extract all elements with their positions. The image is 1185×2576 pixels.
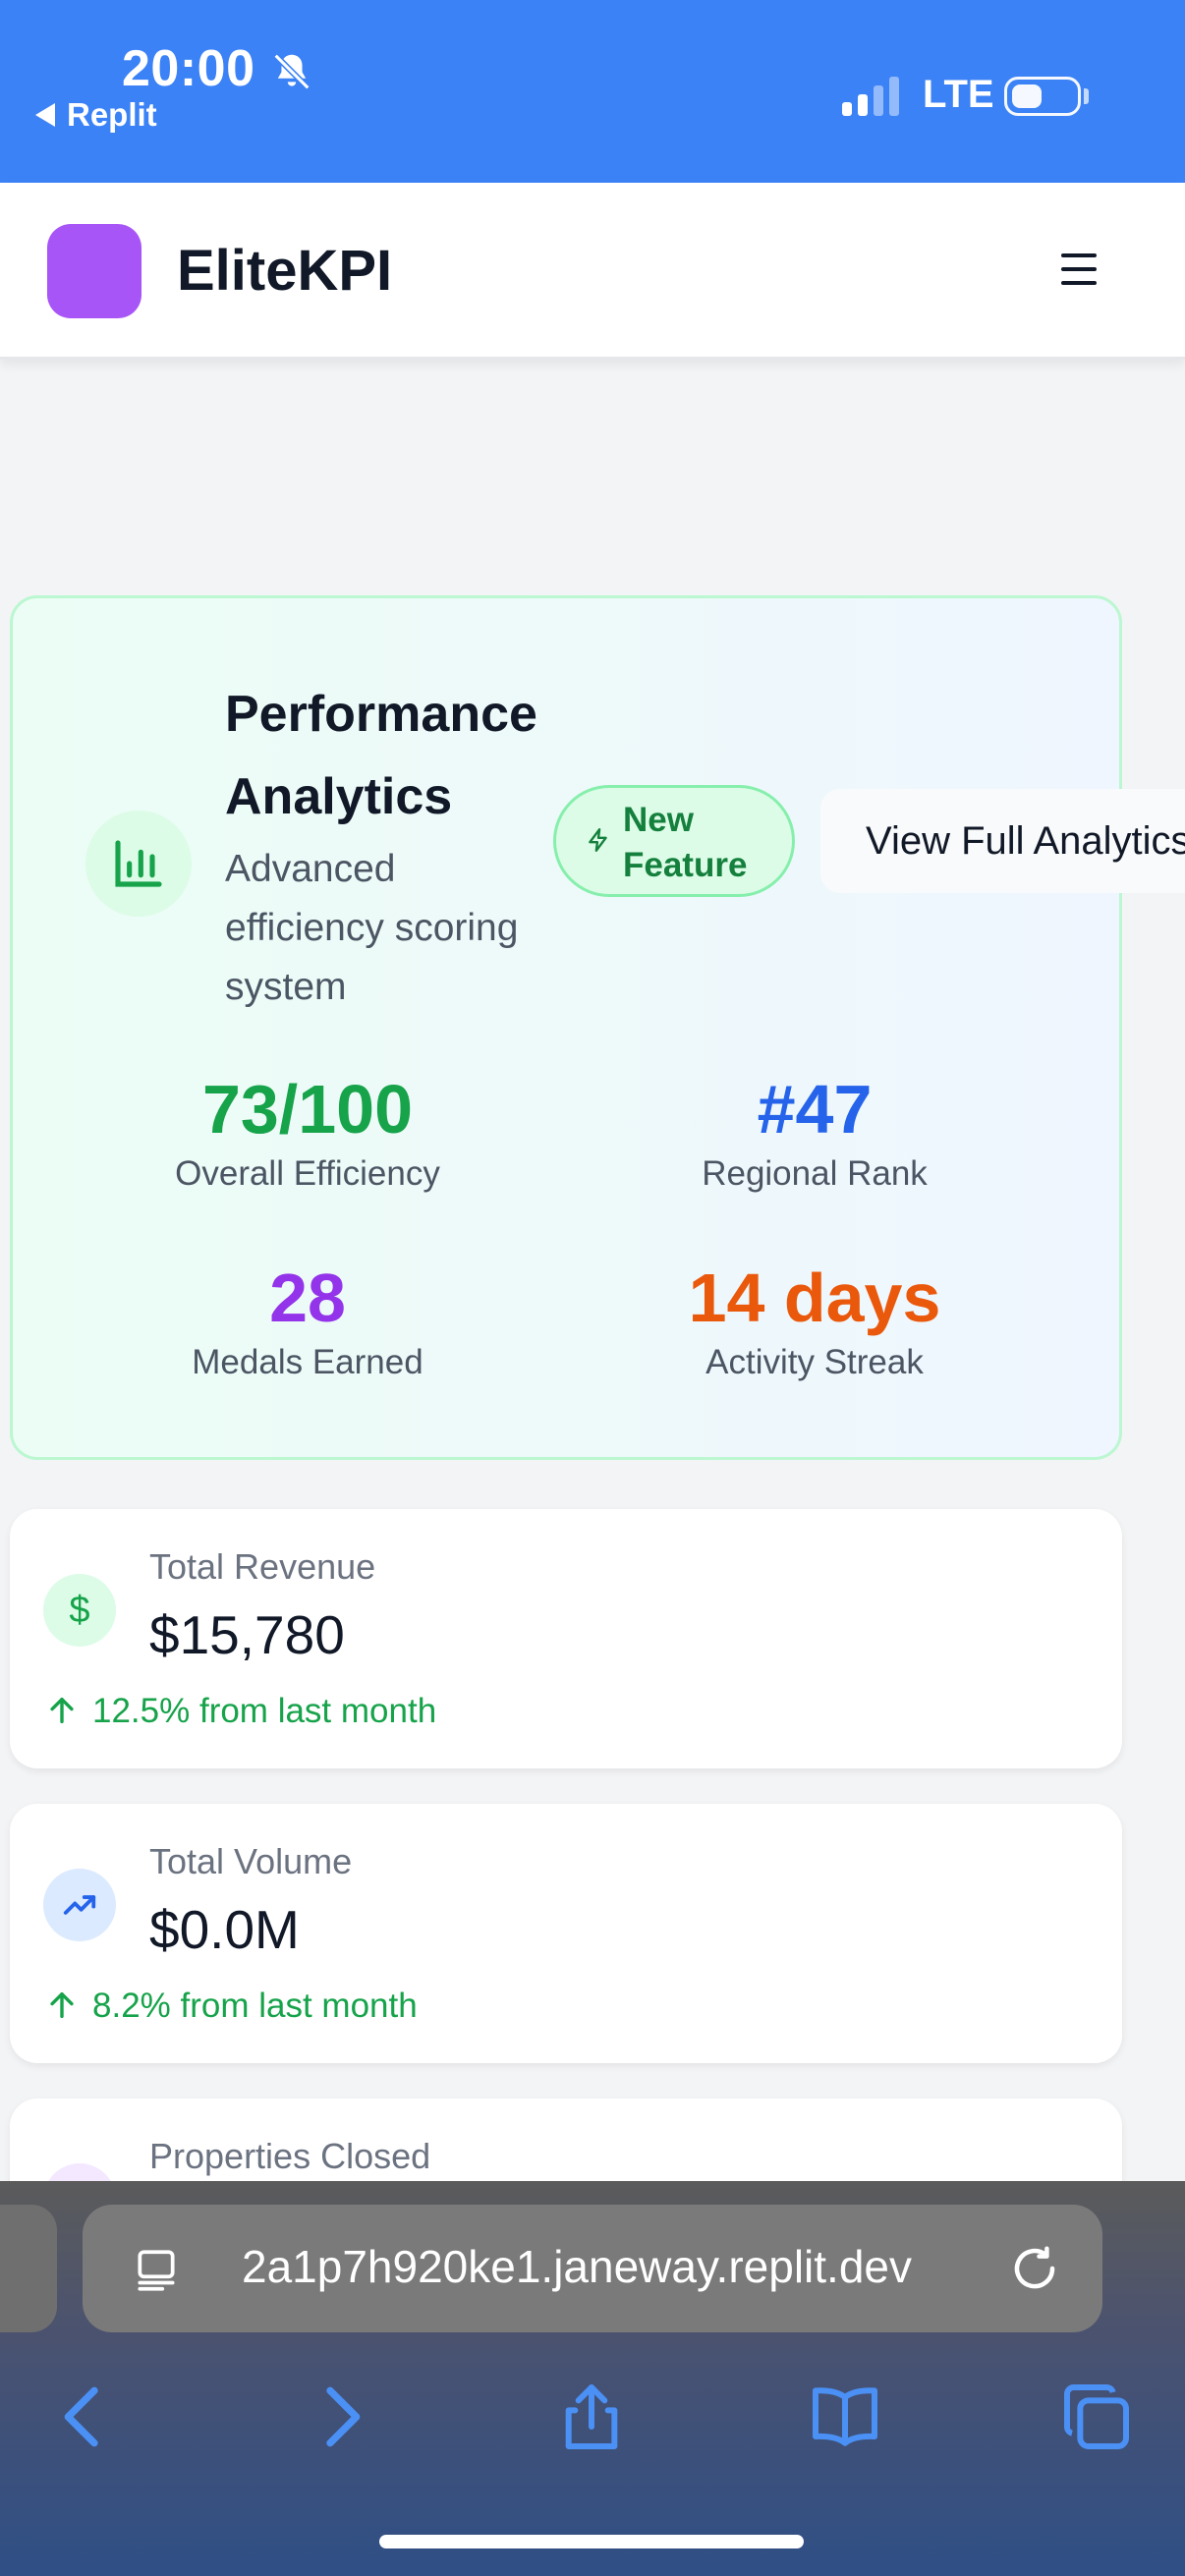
- metric-value: 28: [269, 1260, 346, 1336]
- stat-change: 12.5% from last month: [92, 1692, 437, 1730]
- dollar-icon: $: [43, 1574, 116, 1647]
- stat-value: $15,780: [149, 1604, 345, 1665]
- stat-label: Total Volume: [149, 1841, 353, 1881]
- status-time: 20:00: [122, 40, 255, 97]
- arrow-up-icon: [50, 1991, 74, 2019]
- performance-analytics-card: Performance Analytics Advanced efficienc…: [10, 595, 1185, 1460]
- battery-tip: [1084, 88, 1089, 104]
- view-full-analytics-button[interactable]: View Full Analytics: [820, 789, 1185, 893]
- metric-medals-earned: 28 Medals Earned: [91, 1259, 524, 1384]
- metric-label: Overall Efficiency: [175, 1154, 440, 1193]
- new-feature-line1: New: [623, 801, 694, 839]
- stat-change: 8.2% from last month: [92, 1987, 418, 2025]
- trending-up-icon: [43, 1869, 116, 1941]
- metric-label: Medals Earned: [192, 1343, 423, 1381]
- battery-icon: [1004, 77, 1081, 116]
- stat-value: $0.0M: [149, 1899, 300, 1960]
- hamburger-menu-icon[interactable]: [1057, 253, 1100, 289]
- back-to-app-link[interactable]: Replit: [35, 96, 157, 134]
- total-volume-card[interactable]: Total Volume $0.0M 8.2% from last month: [10, 1804, 1122, 2063]
- cellular-signal-icon: [842, 77, 899, 116]
- analytics-subtitle: Advanced efficiency scoring system: [225, 848, 519, 1008]
- network-type: LTE: [923, 73, 994, 116]
- battery-level: [1012, 84, 1042, 108]
- metric-regional-rank: #47 Regional Rank: [598, 1070, 1031, 1196]
- metric-label: Activity Streak: [705, 1343, 924, 1381]
- metric-overall-efficiency: 73/100 Overall Efficiency: [91, 1070, 524, 1196]
- metric-value: 73/100: [201, 1071, 414, 1148]
- back-icon[interactable]: [45, 2378, 124, 2456]
- brand-name: EliteKPI: [177, 239, 393, 303]
- share-icon[interactable]: [552, 2378, 631, 2456]
- bookmarks-icon[interactable]: [806, 2378, 884, 2456]
- back-app-label: Replit: [67, 96, 157, 133]
- home-indicator[interactable]: [379, 2535, 804, 2548]
- analytics-title: Performance Analytics: [225, 673, 559, 838]
- new-feature-line2: Feature: [623, 846, 748, 884]
- metric-activity-streak: 14 days Activity Streak: [598, 1259, 1031, 1384]
- reload-icon[interactable]: [1008, 2242, 1061, 2295]
- address-bar[interactable]: 2a1p7h920ke1.janeway.replit.dev: [83, 2205, 1102, 2332]
- new-feature-badge: New Feature: [553, 785, 795, 897]
- bell-muted-icon: [273, 53, 310, 90]
- page-settings-icon[interactable]: [132, 2246, 181, 2295]
- metric-value: 14 days: [688, 1260, 941, 1336]
- analytics-title-line2: Analytics: [225, 768, 453, 825]
- analytics-title-line1: Performance: [225, 686, 537, 743]
- url-text[interactable]: 2a1p7h920ke1.janeway.replit.dev: [242, 2240, 912, 2293]
- total-revenue-card[interactable]: $ Total Revenue $15,780 12.5% from last …: [10, 1509, 1122, 1768]
- arrow-up-icon: [50, 1697, 74, 1724]
- back-triangle-icon: [35, 103, 55, 127]
- bar-chart-badge: [85, 811, 192, 917]
- browser-toolbar: 2a1p7h920ke1.janeway.replit.dev: [0, 2181, 1185, 2576]
- app-header: EliteKPI: [0, 183, 1185, 360]
- stat-label: Properties Closed: [149, 2136, 431, 2176]
- status-bar: 20:00 Replit LTE: [0, 0, 1185, 183]
- stat-label: Total Revenue: [149, 1546, 376, 1587]
- lightning-icon: [589, 827, 607, 853]
- bar-chart-icon: [115, 840, 162, 887]
- forward-icon[interactable]: [301, 2378, 379, 2456]
- metric-value: #47: [757, 1071, 873, 1148]
- tabs-icon[interactable]: [1057, 2378, 1136, 2456]
- app-logo[interactable]: [47, 224, 141, 318]
- previous-tab-peek[interactable]: [0, 2205, 57, 2332]
- metric-label: Regional Rank: [702, 1154, 928, 1193]
